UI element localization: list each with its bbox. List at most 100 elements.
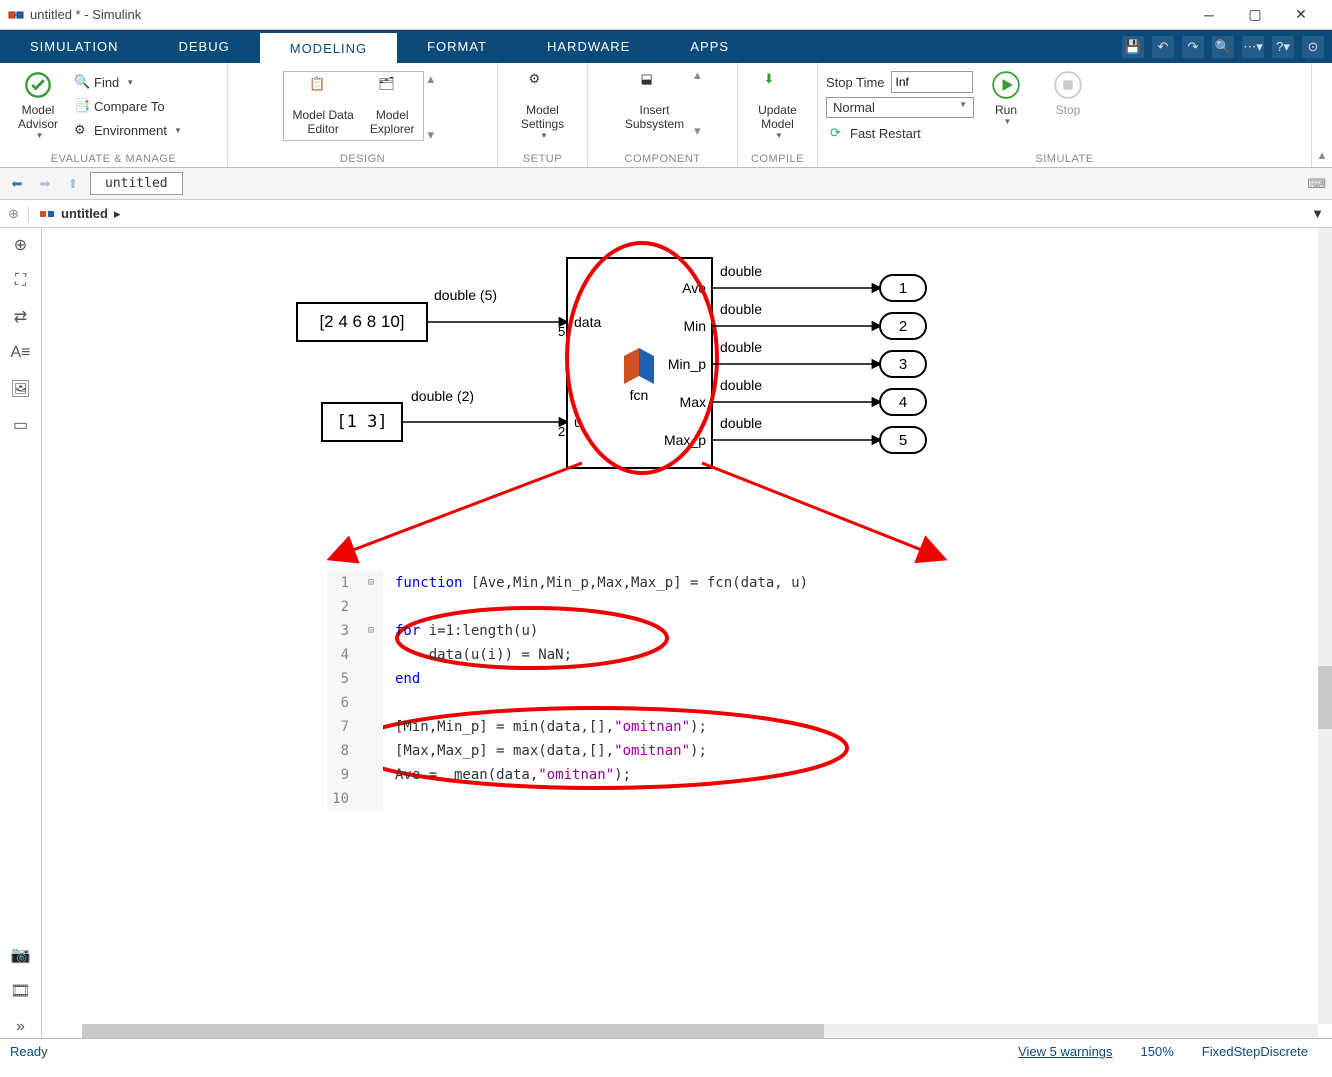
compare-icon: 📑	[74, 98, 90, 114]
model-data-editor-button[interactable]: 📋 Model Data Editor	[284, 72, 361, 140]
nav-up-icon[interactable]: ⬆	[62, 173, 84, 195]
model-explorer-button[interactable]: 🗂 Model Explorer	[362, 72, 423, 140]
quick-access-toolbar: 💾 ↶ ↷ 🔍 ⋯▾ ?▾ ⊙	[1122, 30, 1332, 63]
tab-debug[interactable]: DEBUG	[149, 30, 260, 63]
close-button[interactable]: ✕	[1278, 0, 1324, 30]
minimize-button[interactable]: ─	[1186, 0, 1232, 30]
hierarchy-icon[interactable]: ⊕	[8, 206, 19, 222]
search-icon: 🔍	[74, 74, 90, 90]
record-icon[interactable]: 🎞	[10, 980, 32, 1002]
chevron-right-icon: ▸	[114, 206, 121, 222]
nav-bar: ⬅ ➡ ⬆ untitled ⌨	[0, 168, 1332, 200]
signal-label: double (2)	[411, 388, 474, 404]
model-advisor-button[interactable]: Model Advisor ▼	[8, 67, 68, 144]
image-icon[interactable]: 🖼	[10, 378, 32, 400]
svg-text:4: 4	[899, 394, 907, 411]
svg-text:2: 2	[558, 424, 565, 439]
ribbon: Model Advisor ▼ 🔍Find▼ 📑Compare To ⚙Envi…	[0, 63, 1332, 168]
svg-text:double: double	[720, 377, 762, 393]
horizontal-scrollbar[interactable]	[82, 1024, 1318, 1038]
ribbon-collapse-icon[interactable]: ▴	[1312, 63, 1332, 167]
tune-icon: ⚙	[74, 122, 90, 138]
svg-text:double: double	[720, 339, 762, 355]
svg-text:Min_p: Min_p	[668, 356, 706, 372]
vertical-scrollbar[interactable]	[1318, 228, 1332, 1024]
dropdown-icon[interactable]: ▼	[1311, 206, 1324, 221]
sim-mode-dropdown[interactable]: Normal▼	[826, 97, 974, 118]
stop-time-input[interactable]	[891, 71, 973, 93]
update-model-button[interactable]: ⬇ Update Model ▼	[748, 67, 808, 144]
collapse-icon[interactable]: ⊙	[1302, 36, 1324, 58]
svg-text:5: 5	[899, 432, 907, 449]
find-button[interactable]: 🔍Find▼	[70, 71, 186, 93]
undo-icon[interactable]: ↶	[1152, 36, 1174, 58]
constant-block-1[interactable]: [2 4 6 8 10]	[297, 303, 427, 341]
environment-button[interactable]: ⚙Environment▼	[70, 119, 186, 141]
nav-forward-icon[interactable]: ➡	[34, 173, 56, 195]
model-settings-button[interactable]: ⚙ Model Settings ▼	[513, 67, 573, 144]
update-icon: ⬇	[764, 71, 792, 99]
annotation-icon[interactable]: A≡	[10, 342, 32, 364]
svg-text:[2 4 6 8 10]: [2 4 6 8 10]	[319, 312, 404, 331]
subsystem-icon: ⬓	[640, 71, 668, 99]
svg-text:Max: Max	[680, 394, 706, 410]
fit-icon[interactable]: ⛶	[10, 270, 32, 292]
status-zoom[interactable]: 150%	[1141, 1044, 1174, 1059]
status-warnings[interactable]: View 5 warnings	[1018, 1044, 1112, 1059]
tab-simulation[interactable]: SIMULATION	[0, 30, 149, 63]
breadcrumb-model[interactable]: untitled	[61, 206, 108, 221]
ribbon-tabstrip: SIMULATION DEBUG MODELING FORMAT HARDWAR…	[0, 30, 1332, 63]
svg-text:5: 5	[558, 324, 565, 339]
redo-icon[interactable]: ↷	[1182, 36, 1204, 58]
run-button[interactable]: Run ▼	[976, 67, 1036, 130]
svg-text:fcn: fcn	[630, 387, 649, 403]
expand-icon[interactable]: »	[10, 1016, 32, 1038]
window-title: untitled * - Simulink	[30, 7, 1186, 22]
save-icon[interactable]: 💾	[1122, 36, 1144, 58]
scroll-up-icon[interactable]: ▴	[694, 67, 708, 83]
gear-icon: ⚙	[529, 71, 557, 99]
scroll-down-icon[interactable]: ▾	[694, 123, 708, 139]
status-solver[interactable]: FixedStepDiscrete	[1202, 1044, 1308, 1059]
stop-button[interactable]: Stop	[1038, 67, 1098, 121]
signal-icon[interactable]: ⋯▾	[1242, 36, 1264, 58]
check-icon	[24, 71, 52, 99]
status-ready: Ready	[10, 1044, 48, 1059]
tab-hardware[interactable]: HARDWARE	[517, 30, 660, 63]
svg-text:1: 1	[899, 280, 907, 297]
stop-icon	[1054, 71, 1082, 99]
swap-icon[interactable]: ⇄	[10, 306, 32, 328]
fast-restart-button[interactable]: ⟳Fast Restart	[826, 122, 974, 144]
svg-text:data: data	[574, 314, 601, 330]
maximize-button[interactable]: ▢	[1232, 0, 1278, 30]
zoom-in-icon[interactable]: ⊕	[10, 234, 32, 256]
tab-modeling[interactable]: MODELING	[260, 33, 397, 63]
compare-button[interactable]: 📑Compare To	[70, 95, 186, 117]
scroll-down-icon[interactable]: ▾	[428, 127, 442, 143]
nav-back-icon[interactable]: ⬅	[6, 173, 28, 195]
svg-text:2: 2	[899, 318, 907, 335]
tab-format[interactable]: FORMAT	[397, 30, 517, 63]
insert-subsystem-button[interactable]: ⬓ Insert Subsystem	[617, 67, 692, 135]
table-icon: 📋	[309, 76, 337, 104]
block-icon[interactable]: ▭	[10, 414, 32, 436]
breadcrumb: ⊕ │ untitled ▸ ▼	[0, 200, 1332, 228]
tab-apps[interactable]: APPS	[660, 30, 759, 63]
constant-block-2[interactable]: [1 3]	[322, 403, 402, 441]
svg-text:double: double	[720, 263, 762, 279]
help-icon[interactable]: ?▾	[1272, 36, 1294, 58]
signal-label: double (5)	[434, 287, 497, 303]
chevron-down-icon: ▼	[36, 131, 44, 140]
search-icon[interactable]: 🔍	[1212, 36, 1234, 58]
snapshot-icon[interactable]: 📷	[10, 944, 32, 966]
scroll-up-icon[interactable]: ▴	[428, 71, 442, 87]
model-tab[interactable]: untitled	[90, 172, 183, 195]
canvas-toolbar: ⊕ ⛶ ⇄ A≡ 🖼 ▭ 📷 🎞 »	[0, 228, 42, 1038]
svg-text:double: double	[720, 415, 762, 431]
code-editor: 1⊟function [Ave,Min,Min_p,Max,Max_p] = f…	[327, 571, 887, 811]
app-icon	[8, 7, 24, 23]
svg-text:double: double	[720, 301, 762, 317]
model-icon	[39, 206, 55, 222]
model-canvas[interactable]: [2 4 6 8 10] double (5) [1 3] double (2)…	[42, 228, 1332, 1038]
keyboard-icon[interactable]: ⌨	[1307, 176, 1326, 192]
